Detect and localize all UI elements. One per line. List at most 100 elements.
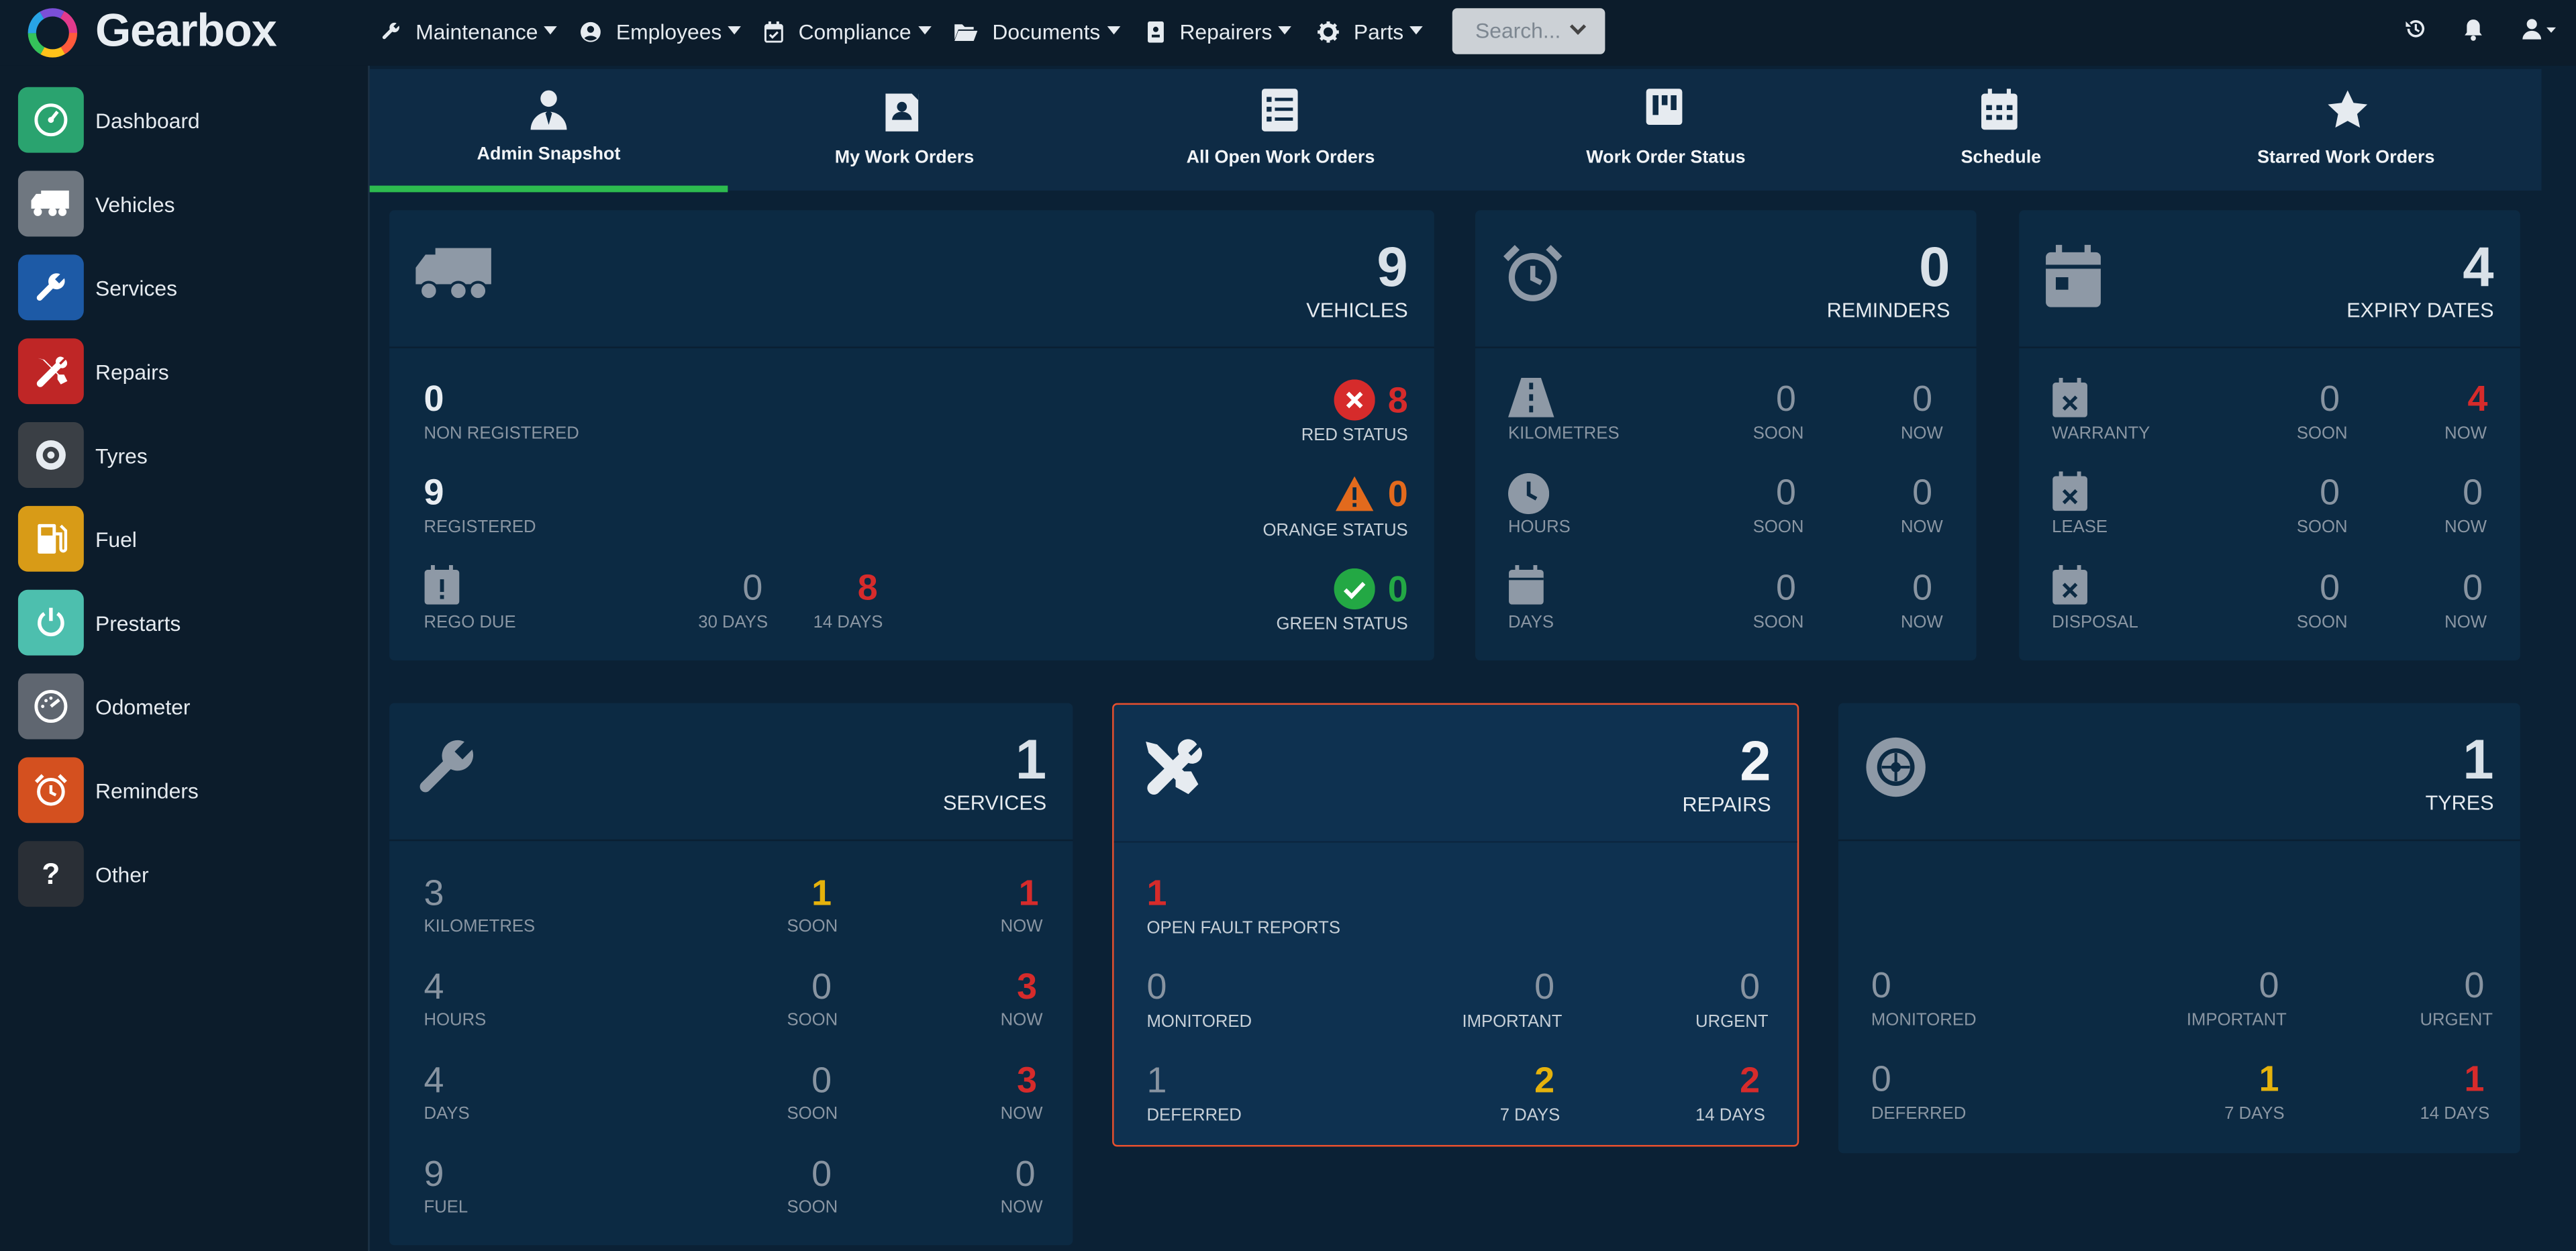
red-status-value[interactable]: 8 bbox=[1388, 382, 1408, 419]
repairs-deferred-value[interactable]: 1 bbox=[1146, 1062, 1167, 1099]
sidebar-item-dashboard[interactable]: Dashboard bbox=[17, 87, 363, 153]
repairs-14-days-value[interactable]: 2 bbox=[1740, 1062, 1760, 1099]
expiry-soon-value[interactable]: 0 bbox=[2320, 569, 2340, 606]
card-header: 0 REMINDERS bbox=[1475, 210, 1977, 348]
sidebar-item-other[interactable]: ? Other bbox=[17, 841, 363, 907]
checklist-icon bbox=[1260, 89, 1297, 132]
reminder-soon-value[interactable]: 0 bbox=[1776, 474, 1796, 511]
sidebar-item-prestarts[interactable]: Prestarts bbox=[17, 589, 363, 656]
repairs-card[interactable]: 2 REPAIRS 1 OPEN FAULT REPORTS 0 MONITOR… bbox=[1112, 703, 1799, 1147]
open-fault-reports-value[interactable]: 1 bbox=[1146, 874, 1167, 912]
expiry-count: 4 bbox=[2463, 236, 2494, 299]
vehicles-card[interactable]: 9 VEHICLES 0 NON REGISTERED 9 REGISTERED… bbox=[389, 210, 1434, 660]
tab-label: My Work Orders bbox=[834, 148, 975, 168]
rego-14-days-value[interactable]: 8 bbox=[858, 569, 878, 606]
sidebar-item-reminders[interactable]: Reminders bbox=[17, 757, 363, 823]
repairs-urgent-value[interactable]: 0 bbox=[1740, 968, 1760, 1005]
tyres-card[interactable]: 1 TYRES 0 MONITORED 0 IMPORTANT 0 URGENT… bbox=[1838, 703, 2520, 1154]
sidebar-item-fuel[interactable]: Fuel bbox=[17, 505, 363, 572]
reminder-soon-value[interactable]: 0 bbox=[1776, 381, 1796, 417]
service-now-value[interactable]: 1 bbox=[1019, 874, 1039, 912]
tyres-14-days-value[interactable]: 1 bbox=[2465, 1060, 2485, 1097]
reminder-now-value[interactable]: 0 bbox=[1912, 474, 1932, 511]
expiry-dates-card[interactable]: 4 EXPIRY DATES WARRANTY 0 SOON 4 NOW LEA… bbox=[2019, 210, 2520, 660]
brand-name[interactable]: Gearbox bbox=[95, 5, 277, 57]
nav-documents[interactable]: Documents bbox=[954, 0, 1120, 62]
service-now-value[interactable]: 0 bbox=[1015, 1156, 1036, 1193]
sidebar-icon-box bbox=[17, 254, 84, 321]
tab-work-order-status[interactable]: Work Order Status bbox=[1480, 69, 1851, 191]
tyres-7-days-value[interactable]: 1 bbox=[2259, 1060, 2279, 1097]
soon-label: SOON bbox=[2296, 423, 2348, 444]
expiry-now-value[interactable]: 0 bbox=[2463, 474, 2483, 511]
service-row-value[interactable]: 3 bbox=[424, 874, 444, 912]
expiry-now-value[interactable]: 0 bbox=[2463, 569, 2483, 606]
service-soon-value[interactable]: 0 bbox=[811, 1062, 832, 1099]
tab-all-open-work-orders[interactable]: All Open Work Orders bbox=[1081, 69, 1481, 191]
repairs-monitored-value[interactable]: 0 bbox=[1146, 968, 1167, 1005]
now-label: NOW bbox=[1000, 1103, 1043, 1124]
rego-30-days-value[interactable]: 0 bbox=[742, 569, 762, 606]
user-menu-icon[interactable] bbox=[2522, 18, 2558, 40]
expiry-row-label: WARRANTY bbox=[2052, 423, 2150, 444]
now-label: NOW bbox=[1900, 423, 1943, 444]
green-status-value[interactable]: 0 bbox=[1388, 571, 1408, 608]
tyres-monitored-value[interactable]: 0 bbox=[1871, 966, 1891, 1004]
service-now-value[interactable]: 3 bbox=[1017, 1062, 1037, 1099]
reminders-card[interactable]: 0 REMINDERS KILOMETRES 0 SOON 0 NOW HOUR… bbox=[1475, 210, 1977, 660]
expiry-soon-value[interactable]: 0 bbox=[2320, 381, 2340, 417]
search-dropdown[interactable]: Search... bbox=[1452, 8, 1605, 54]
tab-label: Work Order Status bbox=[1586, 148, 1746, 168]
star-icon bbox=[2328, 90, 2368, 128]
service-soon-value[interactable]: 1 bbox=[811, 874, 832, 912]
vehicles-count: 9 bbox=[1377, 236, 1408, 299]
nav-repairers[interactable]: Repairers bbox=[1146, 0, 1292, 62]
services-card[interactable]: 1 SERVICES 3 KILOMETRES 1 SOON 1 NOW 4 H… bbox=[389, 703, 1073, 1246]
nav-parts[interactable]: Parts bbox=[1318, 0, 1424, 62]
sidebar-item-label: Services bbox=[95, 274, 178, 300]
tyres-important-label: IMPORTANT bbox=[2186, 1010, 2287, 1030]
history-icon[interactable] bbox=[2405, 18, 2426, 40]
repairs-important-value[interactable]: 0 bbox=[1534, 968, 1554, 1005]
sidebar: Dashboard Vehicles Services Repairs Tyre… bbox=[0, 65, 368, 1251]
reminder-now-value[interactable]: 0 bbox=[1912, 569, 1932, 606]
reminder-soon-value[interactable]: 0 bbox=[1776, 569, 1796, 606]
service-soon-value[interactable]: 0 bbox=[811, 1156, 832, 1193]
nav-label: Maintenance bbox=[415, 19, 538, 44]
expiry-soon-value[interactable]: 0 bbox=[2320, 474, 2340, 511]
non-registered-value[interactable]: 0 bbox=[424, 381, 444, 417]
tab-starred-work-orders[interactable]: Starred Work Orders bbox=[2150, 69, 2542, 191]
nav-employees[interactable]: Employees bbox=[580, 0, 742, 62]
service-row-value[interactable]: 4 bbox=[424, 1062, 444, 1099]
sidebar-item-label: Vehicles bbox=[95, 191, 175, 216]
sidebar-item-vehicles[interactable]: Vehicles bbox=[17, 170, 363, 237]
tyres-important-value[interactable]: 0 bbox=[2259, 966, 2279, 1004]
tab-admin-snapshot[interactable]: Admin Snapshot bbox=[370, 69, 728, 191]
service-soon-value[interactable]: 0 bbox=[811, 968, 832, 1005]
tyres-urgent-value[interactable]: 0 bbox=[2465, 966, 2485, 1004]
tab-schedule[interactable]: Schedule bbox=[1852, 69, 2150, 191]
service-now-value[interactable]: 3 bbox=[1017, 968, 1037, 1005]
repairs-caption: REPAIRS bbox=[1682, 793, 1771, 817]
repairs-7-days-value[interactable]: 2 bbox=[1534, 1062, 1554, 1099]
service-row-value[interactable]: 4 bbox=[424, 968, 444, 1005]
registered-value[interactable]: 9 bbox=[424, 474, 444, 511]
reminder-now-value[interactable]: 0 bbox=[1912, 381, 1932, 417]
expiry-row-label: LEASE bbox=[2052, 517, 2108, 538]
sidebar-item-repairs[interactable]: Repairs bbox=[17, 338, 363, 405]
expiry-now-value[interactable]: 4 bbox=[2467, 381, 2487, 417]
nav-compliance[interactable]: Compliance bbox=[764, 0, 932, 62]
nav-maintenance[interactable]: Maintenance bbox=[381, 0, 558, 62]
sidebar-item-tyres[interactable]: Tyres bbox=[17, 422, 363, 488]
sidebar-item-odometer[interactable]: Odometer bbox=[17, 673, 363, 740]
gear-icon bbox=[1318, 20, 1339, 42]
gearbox-logo[interactable] bbox=[26, 7, 79, 59]
tyres-deferred-value[interactable]: 0 bbox=[1871, 1060, 1891, 1097]
bell-icon[interactable] bbox=[2463, 18, 2484, 41]
tyres-urgent-label: URGENT bbox=[2420, 1010, 2493, 1030]
soon-label: SOON bbox=[1752, 517, 1804, 538]
tab-my-work-orders[interactable]: My Work Orders bbox=[728, 69, 1081, 191]
sidebar-item-services[interactable]: Services bbox=[17, 254, 363, 321]
service-row-value[interactable]: 9 bbox=[424, 1156, 444, 1193]
orange-status-value[interactable]: 0 bbox=[1388, 476, 1408, 513]
